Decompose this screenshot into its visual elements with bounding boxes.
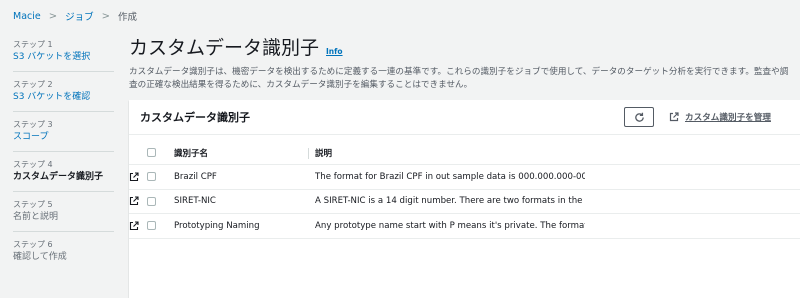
external-link-icon[interactable] <box>129 172 141 182</box>
page-description: カスタムデータ識別子は、機密データを検出するために定義する一連の基準です。これら… <box>129 67 789 90</box>
breadcrumb: Macie > ジョブ > 作成 <box>13 9 138 24</box>
select-all-checkbox[interactable] <box>147 148 156 157</box>
column-header-name[interactable]: 識別子名 <box>174 147 284 159</box>
column-header-description[interactable]: 説明 <box>315 147 585 159</box>
breadcrumb-jobs[interactable]: ジョブ <box>65 9 94 23</box>
step-link-select-bucket[interactable]: S3 バケットを選択 <box>13 51 114 63</box>
step-number: ステップ 5 <box>13 200 53 209</box>
manage-custom-identifiers-link[interactable]: カスタム識別子を管理 <box>669 110 771 124</box>
column-divider <box>308 148 309 159</box>
main-content: カスタムデータ識別子 Info カスタムデータ識別子は、機密データを検出するため… <box>129 36 800 92</box>
breadcrumb-macie[interactable]: Macie <box>13 11 41 22</box>
step-number: ステップ 4 <box>13 160 53 169</box>
page-title: カスタムデータ識別子 <box>129 37 320 59</box>
external-link-icon[interactable] <box>129 196 141 206</box>
step-current-custom-identifiers: カスタムデータ識別子 <box>13 172 104 182</box>
step-number: ステップ 3 <box>13 120 53 129</box>
table-header-row: 識別子名 説明 <box>129 141 800 165</box>
info-link[interactable]: Info <box>326 47 343 56</box>
table-row: SIRET-NIC A SIRET-NIC is a 14 digit numb… <box>129 190 800 214</box>
chevron-right-icon: > <box>101 10 111 22</box>
identifier-description: The format for Brazil CPF in out sample … <box>315 171 585 182</box>
step-number: ステップ 1 <box>13 40 53 49</box>
chevron-right-icon: > <box>48 10 58 22</box>
step-2: ステップ 2 S3 バケットを確認 <box>13 72 114 112</box>
step-number: ステップ 2 <box>13 80 53 89</box>
panel-title: カスタムデータ識別子 <box>140 111 250 124</box>
wizard-steps: ステップ 1 S3 バケットを選択 ステップ 2 S3 バケットを確認 ステップ… <box>13 32 114 271</box>
step-name-description: 名前と説明 <box>13 212 59 222</box>
external-link-icon[interactable] <box>129 221 141 231</box>
refresh-button[interactable] <box>624 107 654 127</box>
step-review-create: 確認して作成 <box>13 252 67 262</box>
breadcrumb-create: 作成 <box>118 12 138 23</box>
step-4: ステップ 4 カスタムデータ識別子 <box>13 152 114 192</box>
refresh-icon <box>634 112 644 122</box>
step-link-review-bucket[interactable]: S3 バケットを確認 <box>13 91 114 103</box>
custom-identifiers-panel: カスタムデータ識別子 カスタム識別子を管理 識別子名 説明 Brazil CPF <box>129 100 800 298</box>
identifiers-table: 識別子名 説明 Brazil CPF The format for Brazil… <box>129 141 800 239</box>
identifier-description: Any prototype name start with P means it… <box>315 220 585 231</box>
step-link-scope[interactable]: スコープ <box>13 131 114 143</box>
row-checkbox[interactable] <box>147 196 156 206</box>
manage-label: カスタム識別子を管理 <box>685 113 771 123</box>
panel-header: カスタムデータ識別子 カスタム識別子を管理 <box>129 100 800 135</box>
step-3: ステップ 3 スコープ <box>13 112 114 152</box>
identifier-name: Brazil CPF <box>174 171 217 182</box>
external-link-icon <box>669 112 679 122</box>
step-number: ステップ 6 <box>13 240 53 249</box>
step-1: ステップ 1 S3 バケットを選択 <box>13 32 114 72</box>
row-checkbox[interactable] <box>147 221 156 231</box>
step-6: ステップ 6 確認して作成 <box>13 232 114 271</box>
identifier-name: SIRET-NIC <box>174 196 216 207</box>
step-5: ステップ 5 名前と説明 <box>13 192 114 232</box>
table-row: Prototyping Naming Any prototype name st… <box>129 214 800 239</box>
identifier-description: A SIRET-NIC is a 14 digit number. There … <box>315 196 585 207</box>
row-checkbox[interactable] <box>147 172 156 182</box>
identifier-name: Prototyping Naming <box>174 220 260 231</box>
title-row: カスタムデータ識別子 Info <box>129 36 800 60</box>
table-row: Brazil CPF The format for Brazil CPF in … <box>129 165 800 190</box>
